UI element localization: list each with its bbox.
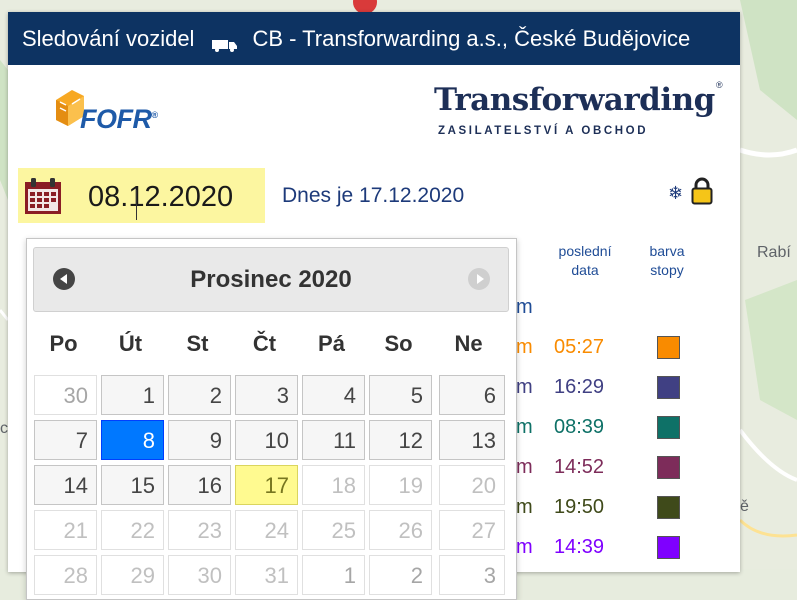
column-header-track-color: barva stopy <box>649 243 685 278</box>
weekday-label: Čt <box>252 331 277 356</box>
today-text: Dnes je 17.12.2020 <box>282 184 465 207</box>
track-color-swatch[interactable] <box>657 496 680 519</box>
calendar-day-disabled: 24 <box>235 510 298 550</box>
calendar-day[interactable]: 7 <box>34 420 97 460</box>
calendar-day-disabled: 21 <box>34 510 97 550</box>
calendar-day[interactable]: 3 <box>235 375 298 415</box>
calendar-day-other-month[interactable]: 2 <box>369 555 432 595</box>
weekday-label: Pá <box>318 331 345 356</box>
calendar-day-disabled: 18 <box>302 465 365 505</box>
calendar-day[interactable]: 1 <box>101 375 164 415</box>
lock-icon[interactable] <box>691 177 713 210</box>
truck-icon <box>212 32 238 52</box>
calendar-day-disabled: 27 <box>439 510 505 550</box>
calendar-day[interactable]: 6 <box>439 375 505 415</box>
calendar-day-disabled: 29 <box>101 555 164 595</box>
vehicle-tracking-panel: Sledování vozidel CB - Transforwarding a… <box>8 12 740 600</box>
row-time: 16:29 <box>554 376 605 398</box>
calendar-day[interactable]: 12 <box>369 420 432 460</box>
weekday-label: St <box>186 331 209 356</box>
date-field[interactable]: 08.12.2020 <box>18 168 265 223</box>
track-color-swatch[interactable] <box>657 376 680 399</box>
calendar-day-other-month[interactable]: 1 <box>302 555 365 595</box>
calendar-day-disabled: 31 <box>235 555 298 595</box>
calendar-day-disabled: 30 <box>168 555 231 595</box>
company-name: CB - Transforwarding a.s., České Budějov… <box>252 25 691 51</box>
datepicker-header: Prosinec 2020 <box>33 247 509 312</box>
calendar-day[interactable]: 11 <box>302 420 365 460</box>
calendar-day[interactable]: 4 <box>302 375 365 415</box>
chevron-right-icon[interactable] <box>468 268 490 290</box>
calendar-day[interactable]: 2 <box>168 375 231 415</box>
weekday-label: So <box>384 331 413 356</box>
calendar-day[interactable]: 13 <box>439 420 505 460</box>
calendar-day[interactable]: 14 <box>34 465 97 505</box>
track-color-swatch[interactable] <box>657 336 680 359</box>
calendar-day-other-month[interactable]: 30 <box>34 375 97 415</box>
calendar-day[interactable]: 16 <box>168 465 231 505</box>
row-time: 14:39 <box>554 536 605 558</box>
transforwarding-logo-subtitle: ZASILATELSTVÍ A OBCHOD <box>438 125 649 137</box>
calendar-day-selected[interactable]: 8 <box>101 420 164 460</box>
calendar-day-disabled: 28 <box>34 555 97 595</box>
map-label-rabi: Rabí <box>757 244 791 261</box>
snowflake-icon[interactable]: ❄ <box>668 184 683 202</box>
calendar-day-other-month[interactable]: 3 <box>439 555 505 595</box>
map-label-e: ě <box>740 498 749 515</box>
calendar-day[interactable]: 5 <box>369 375 432 415</box>
calendar-day[interactable]: 15 <box>101 465 164 505</box>
fofr-logo-text: FOFR <box>80 104 152 134</box>
calendar-day-disabled: 19 <box>369 465 432 505</box>
calendar-day-disabled: 25 <box>302 510 365 550</box>
calendar-day-disabled: 20 <box>439 465 505 505</box>
row-time: 05:27 <box>554 336 605 358</box>
calendar-day[interactable]: 10 <box>235 420 298 460</box>
toolbar-icons: ❄ <box>668 177 713 210</box>
calendar-day[interactable]: 9 <box>168 420 231 460</box>
calendar-day-disabled: 22 <box>101 510 164 550</box>
transforwarding-logo-name: Transforwarding <box>434 82 715 118</box>
transforwarding-logo: Transforwarding ® ZASILATELSTVÍ A OBCHOD <box>434 80 723 137</box>
app-title: Sledování vozidel <box>22 25 195 51</box>
weekday-label: Ne <box>454 331 483 356</box>
date-input-value[interactable]: 08.12.2020 <box>88 181 233 214</box>
track-color-swatch[interactable] <box>657 536 680 559</box>
datepicker-month-title: Prosinec 2020 <box>190 266 352 293</box>
row-time: 14:52 <box>554 456 605 478</box>
calendar-day-today[interactable]: 17 <box>235 465 298 505</box>
calendar-icon[interactable] <box>24 177 62 215</box>
weekday-label: Út <box>118 331 143 356</box>
track-color-swatch[interactable] <box>657 456 680 479</box>
calendar-day-disabled: 26 <box>369 510 432 550</box>
row-time: 19:50 <box>554 496 605 518</box>
title-bar: Sledování vozidel CB - Transforwarding a… <box>8 12 740 65</box>
row-time: 08:39 <box>554 416 605 438</box>
weekday-label: Po <box>49 331 78 356</box>
track-color-swatch[interactable] <box>657 416 680 439</box>
calendar-day-disabled: 23 <box>168 510 231 550</box>
fofr-logo: FOFR® <box>50 82 180 138</box>
datepicker-popup: Prosinec 2020 Po Út St Čt Pá So Ne 30 1 2 3 4 5 6 7 8 9… <box>26 238 517 600</box>
text-cursor-icon <box>136 190 137 220</box>
column-header-last-data: poslední data <box>558 243 612 278</box>
